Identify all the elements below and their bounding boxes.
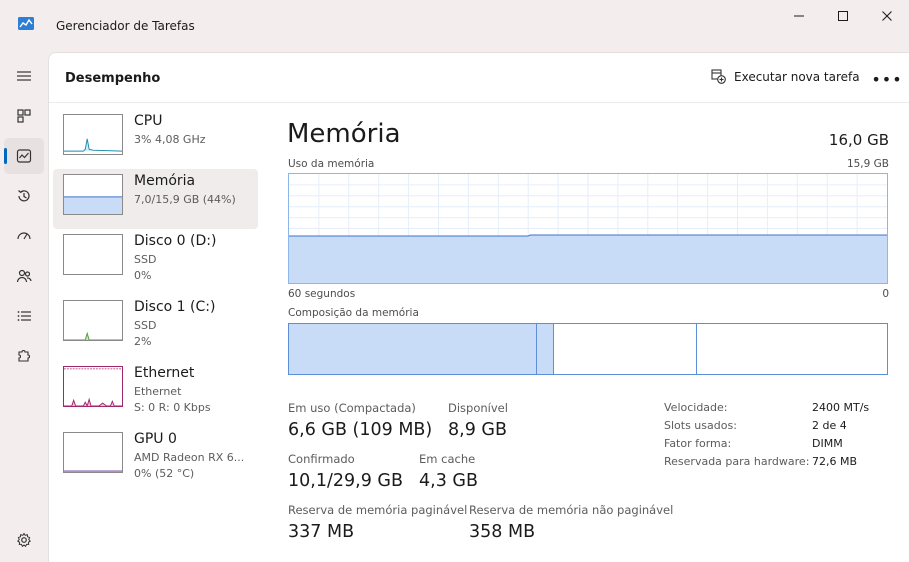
in-use-label: Em uso (Compactada) [288, 401, 416, 415]
memory-usage-max: 15,9 GB [846, 158, 889, 170]
perf-item-gpu-0[interactable]: GPU 0 AMD Radeon RX 6... 0% (52 °C) [53, 427, 258, 487]
nav-processes-button[interactable] [4, 98, 44, 134]
disk0-thumbnail-graph [63, 234, 123, 275]
task-manager-app-icon [18, 17, 34, 30]
history-icon [18, 190, 30, 202]
perf-item-name: Disco 0 (D:) [134, 233, 217, 249]
nav-performance-button[interactable] [4, 138, 44, 174]
memory-usage-label: Uso da memória [288, 158, 375, 170]
services-puzzle-icon [18, 350, 30, 362]
nav-startup-apps-button[interactable] [4, 218, 44, 254]
processes-grid-icon [17, 109, 31, 123]
composition-segment-modified [537, 324, 554, 374]
hamburger-icon [17, 71, 31, 81]
nav-app-history-button[interactable] [4, 178, 44, 214]
ethernet-thumbnail-graph [63, 366, 123, 407]
perf-item-name: Ethernet [134, 365, 195, 381]
gpu-thumbnail-graph [63, 432, 123, 473]
perf-item-type: SSD [134, 319, 157, 332]
available-value: 8,9 GB [448, 420, 507, 440]
perf-item-disk-1[interactable]: Disco 1 (C:) SSD 2% [53, 295, 258, 355]
hardware-reserved-label: Reservada para hardware: [664, 455, 810, 468]
committed-label: Confirmado [288, 452, 355, 466]
perf-item-model: AMD Radeon RX 6... [134, 451, 245, 464]
close-icon [882, 11, 892, 21]
users-icon [16, 269, 32, 283]
perf-item-detail: 7,0/15,9 GB (44%) [134, 193, 236, 206]
perf-item-type: SSD [134, 253, 157, 266]
memory-thumbnail-graph [63, 174, 123, 215]
active-nav-indicator [4, 148, 7, 164]
nav-details-button[interactable] [4, 298, 44, 334]
perf-item-name: Disco 1 (C:) [134, 299, 216, 315]
composition-segment-in-use [289, 324, 538, 374]
detail-title: Memória [287, 119, 401, 149]
disk1-thumbnail-graph [63, 300, 123, 341]
perf-item-cpu[interactable]: CPU 3% 4,08 GHz [53, 109, 258, 169]
time-axis-end: 0 [882, 288, 889, 300]
left-navigation [0, 52, 48, 562]
hamburger-menu-button[interactable] [4, 58, 44, 94]
memory-composition-label: Composição da memória [288, 307, 419, 319]
main-panel: Desempenho Executar nova tarefa ••• CPU … [48, 52, 909, 562]
nav-users-button[interactable] [4, 258, 44, 294]
form-factor-label: Fator forma: [664, 437, 732, 450]
startup-speedometer-icon [17, 232, 31, 240]
hardware-reserved-value: 72,6 MB [812, 455, 858, 468]
paged-pool-label: Reserva de memória paginável [288, 503, 468, 517]
paged-pool-value: 337 MB [288, 522, 355, 542]
details-list-icon [17, 311, 31, 321]
performance-chart-icon [16, 149, 32, 163]
window-title: Gerenciador de Tarefas [56, 19, 195, 33]
perf-item-throughput: S: 0 R: 0 Kbps [134, 401, 211, 414]
memory-usage-area [289, 235, 887, 283]
memory-total: 16,0 GB [828, 131, 889, 149]
maximize-button[interactable] [820, 0, 866, 32]
nav-settings-button[interactable] [4, 522, 44, 558]
perf-item-name: CPU [134, 113, 163, 129]
nonpaged-pool-value: 358 MB [469, 522, 536, 542]
form-factor-value: DIMM [812, 437, 843, 450]
minimize-icon [794, 15, 804, 17]
nav-services-button[interactable] [4, 338, 44, 374]
perf-item-name: Memória [134, 173, 196, 189]
minimize-button[interactable] [776, 0, 822, 32]
title-bar: Gerenciador de Tarefas [0, 0, 909, 52]
perf-item-disk-0[interactable]: Disco 0 (D:) SSD 0% [53, 229, 258, 289]
perf-item-usage: 0% (52 °C) [134, 467, 195, 480]
slots-label: Slots usados: [664, 419, 737, 432]
perf-item-usage: 0% [134, 269, 152, 282]
perf-item-name: GPU 0 [134, 431, 177, 447]
cached-value: 4,3 GB [419, 471, 478, 491]
speed-label: Velocidade: [664, 401, 728, 414]
composition-segment-standby [553, 324, 698, 374]
memory-composition-bar [288, 323, 888, 375]
perf-item-usage: 2% [134, 335, 152, 348]
nonpaged-pool-label: Reserva de memória não paginável [469, 503, 674, 517]
committed-value: 10,1/29,9 GB [288, 471, 403, 491]
memory-detail-panel: Memória 16,0 GB Uso da memória 15,9 GB 6… [287, 53, 889, 562]
time-axis-start: 60 segundos [288, 288, 356, 300]
maximize-icon [838, 11, 848, 21]
cpu-thumbnail-graph [63, 114, 123, 155]
perf-item-memory[interactable]: Memória 7,0/15,9 GB (44%) [53, 169, 258, 229]
perf-item-type: Ethernet [134, 385, 182, 398]
available-label: Disponível [448, 401, 508, 415]
composition-segment-free [697, 324, 887, 374]
slots-value: 2 de 4 [812, 419, 847, 432]
memory-usage-graph [288, 173, 888, 284]
close-button[interactable] [864, 0, 909, 32]
memory-usage-svg [289, 174, 887, 283]
perf-item-detail: 3% 4,08 GHz [134, 133, 206, 146]
gear-icon [17, 532, 31, 548]
cached-label: Em cache [419, 452, 476, 466]
in-use-value: 6,6 GB (109 MB) [288, 420, 433, 440]
speed-value: 2400 MT/s [812, 401, 870, 414]
page-title: Desempenho [65, 71, 161, 86]
perf-item-ethernet[interactable]: Ethernet Ethernet S: 0 R: 0 Kbps [53, 361, 258, 421]
